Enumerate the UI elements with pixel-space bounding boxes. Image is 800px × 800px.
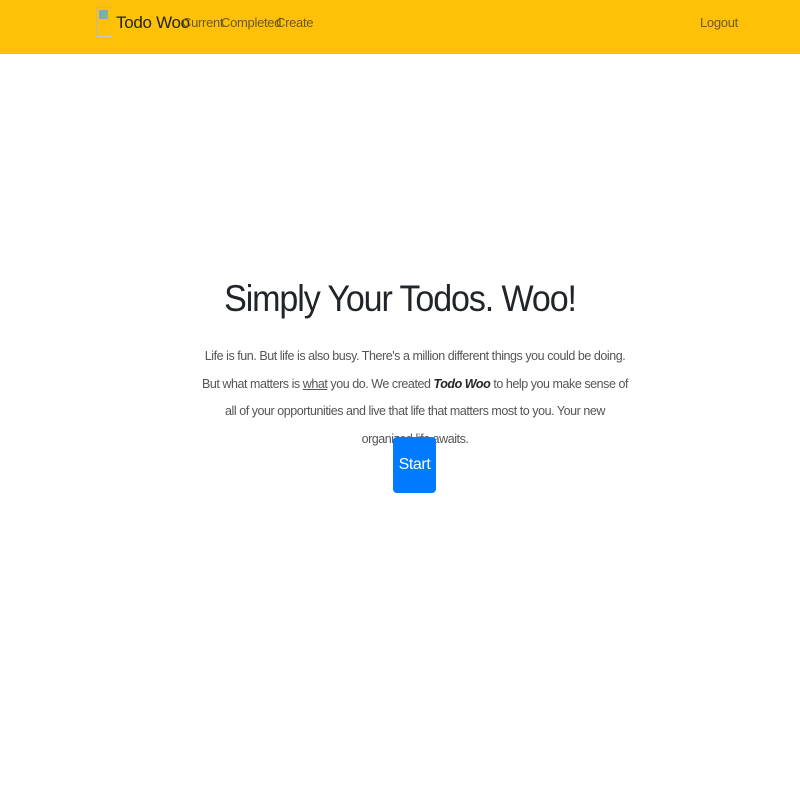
image-placeholder-icon [99,10,108,19]
hero-text-part2: you do. We created [327,376,434,391]
hero-text-underlined: what [302,376,328,391]
nav-link-completed[interactable]: Completed [221,15,281,30]
brand-link[interactable]: Todo Woo [116,13,190,33]
nav-link-create[interactable]: Create [276,15,314,30]
broken-image-icon[interactable] [96,7,112,37]
hero-text-brand: Todo Woo [433,376,491,391]
top-navbar: Todo Woo Current Completed Create Logout [0,0,800,54]
nav-link-current[interactable]: Current [182,15,224,30]
hero-title: Simply Your Todos. Woo! [224,278,577,319]
logout-link[interactable]: Logout [700,15,738,30]
start-button[interactable]: Start [393,437,436,493]
